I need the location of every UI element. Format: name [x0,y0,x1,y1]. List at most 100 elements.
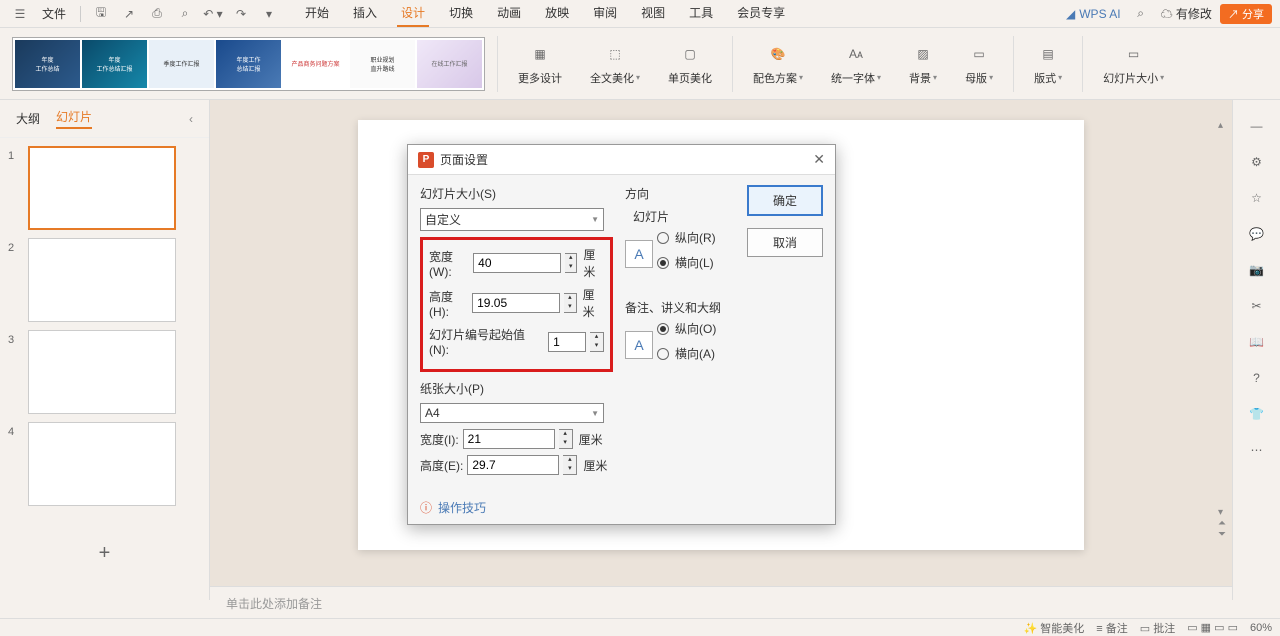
slide-thumbnail-4[interactable] [28,422,176,506]
start-number-input[interactable] [548,332,586,352]
unit-label: 厘米 [583,246,604,280]
slides-tab[interactable]: 幻灯片 [56,108,92,129]
tab-transition[interactable]: 切换 [445,0,477,27]
add-slide-button[interactable]: + [0,522,209,585]
smart-beautify-button[interactable]: ✨ 智能美化 [1024,620,1085,636]
tab-review[interactable]: 审阅 [589,0,621,27]
zoom-level[interactable]: 60% [1250,622,1272,634]
outline-tab[interactable]: 大纲 [16,110,40,127]
tab-animation[interactable]: 动画 [493,0,525,27]
master-button[interactable]: ▭ 母版▾ [957,38,1001,90]
close-icon[interactable]: ✕ [813,151,825,168]
template-gallery[interactable]: 年度工作总结 年度工作总结汇报 季度工作汇报 年度工作总结汇报 产品商务问题方案… [12,37,485,91]
width-spinner[interactable]: ▴▾ [565,253,577,273]
beautify-all-button[interactable]: ⬚ 全文美化▾ [582,38,648,90]
more-design-button[interactable]: ▦ 更多设计 [510,38,570,90]
ok-button[interactable]: 确定 [747,185,823,216]
help-icon[interactable]: ? [1247,368,1267,388]
template-thumb-2[interactable]: 年度工作总结汇报 [82,40,147,88]
notes-button[interactable]: ≡ 备注 [1096,620,1127,636]
background-button[interactable]: ▨ 背景▾ [901,38,945,90]
notes-direction-label: 备注、讲义和大纲 [625,299,735,316]
width-input[interactable] [473,253,561,273]
star-icon[interactable]: ☆ [1247,188,1267,208]
landscape-radio[interactable] [657,257,669,269]
book-icon[interactable]: 📖 [1247,332,1267,352]
template-thumb-4[interactable]: 年度工作总结汇报 [216,40,281,88]
comments-button[interactable]: ▭ 批注 [1140,620,1175,636]
prev-slide-icon[interactable]: ⏶ [1218,518,1226,529]
paper-preset-select[interactable]: A4▼ [420,403,604,423]
print-icon[interactable]: ⎙ [145,2,169,26]
redo-icon[interactable]: ↷ [229,2,253,26]
tab-tools[interactable]: 工具 [685,0,717,27]
template-thumb-7[interactable]: 在线工作汇报 [417,40,482,88]
height-spinner[interactable]: ▴▾ [564,293,577,313]
modified-indicator[interactable]: ☁ 有修改 [1161,5,1212,22]
tip-icon: ⓘ [420,499,432,516]
next-slide-icon[interactable]: ⏷ [1218,529,1226,540]
slide-item[interactable]: 1 [8,146,201,230]
tips-link[interactable]: 操作技巧 [438,499,486,516]
tab-insert[interactable]: 插入 [349,0,381,27]
start-number-spinner[interactable]: ▴▾ [590,332,604,352]
notes-landscape-radio[interactable] [657,348,669,360]
notes-area[interactable]: 单击此处添加备注 [210,586,1232,618]
template-thumb-6[interactable]: 职业规划直升路线 [350,40,415,88]
share-button[interactable]: ↗ 分享 [1220,4,1272,24]
tab-slideshow[interactable]: 放映 [541,0,573,27]
hamburger-icon[interactable]: ☰ [8,2,32,26]
dropdown-icon[interactable]: ▾ [257,2,281,26]
notes-portrait-label: 纵向(O) [675,320,716,337]
slide-size-button[interactable]: ▭ 幻灯片大小▾ [1095,38,1172,90]
collapse-panel-icon[interactable]: ‹ [189,112,193,126]
paper-height-spinner[interactable]: ▴▾ [563,455,577,475]
camera-icon[interactable]: 📷 [1247,260,1267,280]
notes-portrait-radio[interactable] [657,323,669,335]
more-icon[interactable]: ⋯ [1247,440,1267,460]
tab-start[interactable]: 开始 [301,0,333,27]
template-thumb-5[interactable]: 产品商务问题方案 [283,40,348,88]
slide-thumbnail-2[interactable] [28,238,176,322]
dialog-body: 幻灯片大小(S) 自定义▼ 宽度(W): ▴▾ 厘米 高度(H): ▴▾ 厘米 [408,175,835,491]
tab-view[interactable]: 视图 [637,0,669,27]
slide-item[interactable]: 4 [8,422,201,506]
shirt-icon[interactable]: 👕 [1247,404,1267,424]
slide-item[interactable]: 2 [8,238,201,322]
view-buttons[interactable]: ▭ ▦ ▭ ▭ [1187,621,1238,634]
slide-item[interactable]: 3 [8,330,201,414]
slide-thumbnail-3[interactable] [28,330,176,414]
paper-width-spinner[interactable]: ▴▾ [559,429,573,449]
tab-design[interactable]: 设计 [397,0,429,27]
portrait-radio[interactable] [657,232,669,244]
minus-icon[interactable]: — [1247,116,1267,136]
paper-height-input[interactable] [467,455,559,475]
dialog-titlebar[interactable]: P 页面设置 ✕ [408,145,835,175]
height-input[interactable] [472,293,560,313]
undo-icon[interactable]: ↶ ▾ [201,2,225,26]
preview-icon[interactable]: ⌕ [173,2,197,26]
tools-icon[interactable]: ✂ [1247,296,1267,316]
template-thumb-1[interactable]: 年度工作总结 [15,40,80,88]
cancel-button[interactable]: 取消 [747,228,823,257]
search-icon[interactable]: ⌕ [1129,2,1153,26]
size-preset-select[interactable]: 自定义▼ [420,208,604,231]
export-icon[interactable]: ↗ [117,2,141,26]
tab-member[interactable]: 会员专享 [733,0,789,27]
scroll-up-icon[interactable]: ▴ [1218,120,1228,131]
color-scheme-button[interactable]: 🎨 配色方案▾ [745,38,811,90]
settings-icon[interactable]: ⚙ [1247,152,1267,172]
scroll-down-icon[interactable]: ▾ [1218,507,1226,518]
unify-font-button[interactable]: Aᴀ 统一字体▾ [823,38,889,90]
chat-icon[interactable]: 💬 [1247,224,1267,244]
file-menu[interactable]: 文件 [36,3,72,24]
slide-size-label: 幻灯片大小(S) [420,185,613,202]
paper-width-input[interactable] [463,429,555,449]
template-thumb-3[interactable]: 季度工作汇报 [149,40,214,88]
wps-ai-button[interactable]: ◢ WPS AI [1066,7,1121,21]
beautify-single-button[interactable]: ▢ 单页美化 [660,38,720,90]
slide-thumbnail-1[interactable] [28,146,176,230]
layout-button[interactable]: ▤ 版式▾ [1026,38,1070,90]
vertical-scrollbar[interactable]: ▴ ▾ ⏶ ⏷ [1218,120,1228,540]
save-icon[interactable]: 🖫 [89,2,113,26]
